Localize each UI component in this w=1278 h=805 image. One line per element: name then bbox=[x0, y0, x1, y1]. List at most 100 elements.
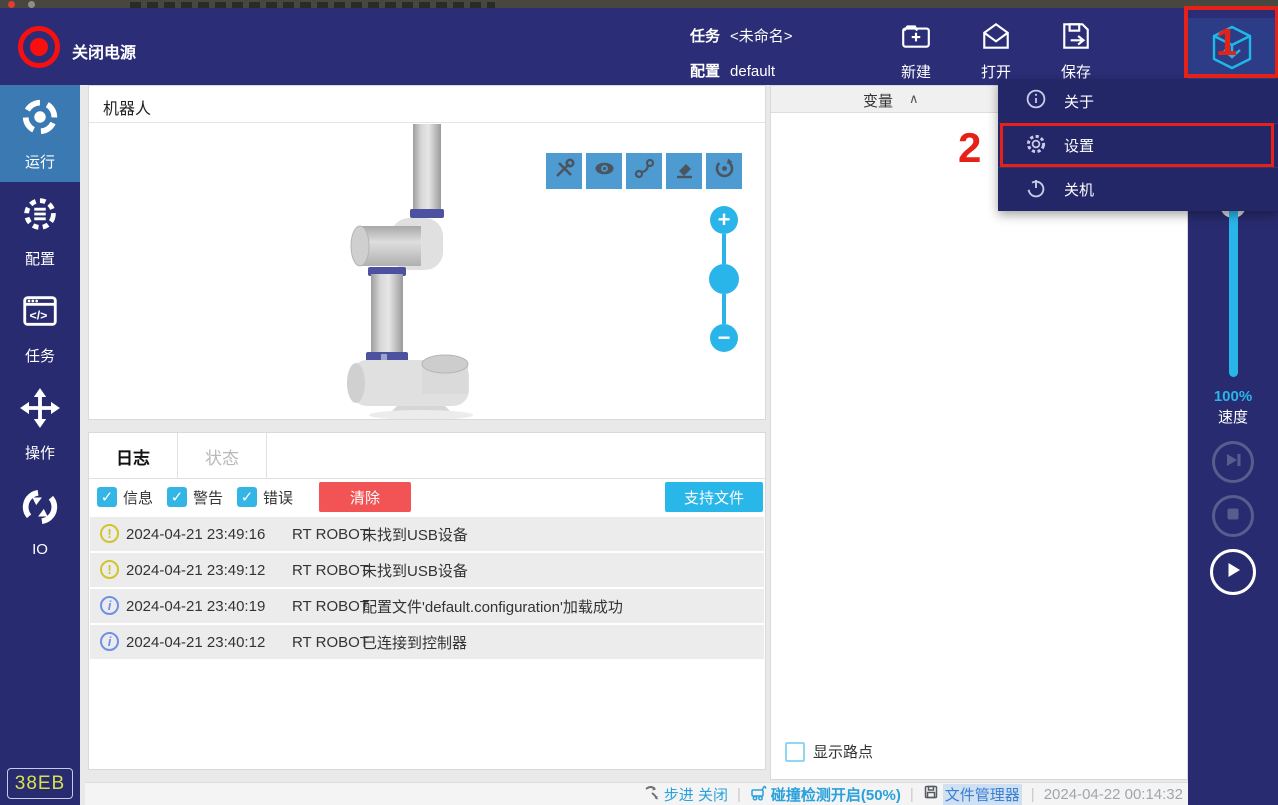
speed-slider-track[interactable] bbox=[1229, 207, 1238, 377]
divider: | bbox=[736, 785, 741, 803]
app-dropdown-menu: 关于 设置 关机 bbox=[998, 79, 1278, 211]
file-manager-icon bbox=[923, 784, 939, 804]
path-button[interactable] bbox=[626, 153, 662, 189]
warning-icon: ! bbox=[100, 560, 119, 579]
window-titlebar bbox=[0, 0, 1278, 8]
skip-to-end-button[interactable] bbox=[1212, 441, 1254, 483]
stop-button[interactable] bbox=[1212, 495, 1254, 537]
zoom-slider-track[interactable] bbox=[722, 234, 726, 264]
variables-title: 变量 bbox=[863, 93, 894, 110]
file-manager-button[interactable]: 文件管理器 bbox=[923, 783, 1022, 805]
app-menu-button[interactable] bbox=[1188, 18, 1276, 83]
open-task-button[interactable]: 打开 bbox=[961, 20, 1031, 82]
rotate-view-button[interactable] bbox=[706, 153, 742, 189]
menu-item-shutdown[interactable]: 关机 bbox=[998, 167, 1278, 211]
collision-detection-toggle[interactable]: 碰撞检测开启(50%) bbox=[750, 784, 901, 805]
sidebar-item-task[interactable]: </> 任务 bbox=[0, 279, 80, 376]
zoom-slider-track[interactable] bbox=[722, 294, 726, 324]
speed-label: 速度 bbox=[1217, 409, 1248, 426]
window-close-icon[interactable] bbox=[8, 1, 15, 8]
eye-icon bbox=[593, 157, 616, 185]
clear-log-button[interactable]: 清除 bbox=[319, 482, 412, 512]
tab-log[interactable]: 日志 bbox=[89, 433, 178, 479]
sidebar-item-config[interactable]: 配置 bbox=[0, 182, 80, 279]
power-button-label: 关闭电源 bbox=[72, 45, 137, 62]
task-label: 任务 bbox=[690, 28, 721, 45]
power-off-button[interactable] bbox=[18, 26, 60, 68]
config-gear-icon bbox=[19, 193, 61, 240]
power-icon bbox=[30, 38, 48, 56]
log-message: 配置文件'default.configuration'加载成功 bbox=[362, 598, 623, 616]
play-button[interactable] bbox=[1210, 549, 1256, 595]
new-task-button[interactable]: 新建 bbox=[881, 20, 951, 82]
collision-icon bbox=[750, 784, 767, 805]
svg-text:</>: </> bbox=[30, 308, 48, 322]
info-filter-checkbox[interactable] bbox=[97, 487, 117, 507]
divider bbox=[89, 122, 765, 123]
error-filter-checkbox[interactable] bbox=[237, 487, 258, 507]
divider: | bbox=[909, 785, 914, 803]
visibility-button[interactable] bbox=[586, 153, 622, 189]
warning-filter-label: 警告 bbox=[193, 489, 224, 507]
robot-panel: 机器人 + − bbox=[88, 85, 766, 420]
new-file-icon bbox=[900, 20, 932, 57]
skip-to-end-icon bbox=[1222, 449, 1244, 476]
open-file-icon bbox=[980, 20, 1012, 57]
log-row: i 2024-04-21 23:40:12 RT ROBOT 已连接到控制器 bbox=[90, 625, 764, 659]
log-panel: 日志 状态 信息 警告 错误 清除 支持文件 ! 2024-04-21 23:4… bbox=[88, 432, 766, 770]
sidebar-item-io[interactable]: IO bbox=[0, 473, 80, 570]
rotate-icon bbox=[713, 157, 736, 185]
play-icon bbox=[1222, 559, 1244, 586]
window-minimize-icon[interactable] bbox=[28, 1, 35, 8]
step-mode-label: 步进 关闭 bbox=[663, 786, 728, 804]
tab-status[interactable]: 状态 bbox=[178, 433, 267, 479]
support-files-button[interactable]: 支持文件 bbox=[665, 482, 763, 512]
step-mode-toggle[interactable]: 步进 关闭 bbox=[644, 784, 728, 805]
menu-settings-label: 设置 bbox=[1064, 138, 1095, 155]
save-task-button[interactable]: 保存 bbox=[1041, 20, 1111, 82]
sidebar-run-label: 运行 bbox=[24, 153, 55, 171]
log-message: 未找到USB设备 bbox=[362, 562, 468, 580]
step-icon bbox=[644, 784, 660, 804]
log-source: RT ROBOT bbox=[292, 561, 369, 579]
log-source: RT ROBOT bbox=[292, 633, 369, 651]
warning-filter-checkbox[interactable] bbox=[167, 487, 188, 507]
eraser-icon bbox=[673, 157, 696, 185]
save-icon bbox=[1060, 20, 1092, 57]
zoom-slider-handle[interactable] bbox=[709, 264, 739, 294]
zoom-in-button[interactable]: + bbox=[710, 206, 738, 234]
left-sidebar: 运行 配置 </> 任务 操作 IO 38EB bbox=[0, 85, 80, 805]
log-time: 2024-04-21 23:49:12 bbox=[126, 561, 266, 579]
new-task-label: 新建 bbox=[900, 64, 931, 81]
show-waypoints-row: 显示路点 bbox=[785, 741, 873, 762]
path-icon bbox=[633, 157, 656, 185]
show-waypoints-checkbox[interactable] bbox=[785, 741, 805, 762]
log-message: 已连接到控制器 bbox=[362, 634, 468, 652]
sidebar-item-operate[interactable]: 操作 bbox=[0, 376, 80, 473]
log-source: RT ROBOT bbox=[292, 597, 369, 615]
file-manager-label: 文件管理器 bbox=[942, 783, 1022, 805]
sidebar-config-label: 配置 bbox=[24, 250, 55, 268]
info-filter-label: 信息 bbox=[123, 489, 154, 507]
status-badge[interactable]: 38EB bbox=[7, 768, 73, 799]
divider: | bbox=[1030, 785, 1035, 803]
log-list: ! 2024-04-21 23:49:16 RT ROBOT 未找到USB设备 … bbox=[90, 517, 764, 661]
gear-icon bbox=[998, 134, 1064, 158]
eraser-button[interactable] bbox=[666, 153, 702, 189]
log-row: ! 2024-04-21 23:49:16 RT ROBOT 未找到USB设备 bbox=[90, 517, 764, 551]
menu-item-about[interactable]: 关于 bbox=[998, 79, 1278, 123]
menu-item-settings[interactable]: 设置 bbox=[998, 123, 1278, 167]
sidebar-operate-label: 操作 bbox=[24, 444, 55, 462]
menu-about-label: 关于 bbox=[1064, 93, 1095, 111]
sidebar-item-run[interactable]: 运行 bbox=[0, 85, 80, 182]
task-code-icon: </> bbox=[19, 290, 61, 337]
zoom-out-button[interactable]: − bbox=[710, 324, 738, 352]
log-row: i 2024-04-21 23:40:19 RT ROBOT 配置文件'defa… bbox=[90, 589, 764, 623]
log-time: 2024-04-21 23:40:19 bbox=[126, 597, 266, 615]
log-filter-row: 信息 警告 错误 清除 支持文件 bbox=[89, 479, 765, 515]
tools-button[interactable] bbox=[546, 153, 582, 189]
plus-icon: + bbox=[717, 207, 731, 232]
robot-3d-view[interactable] bbox=[329, 124, 559, 420]
log-tabs: 日志 状态 bbox=[89, 433, 765, 479]
stop-icon bbox=[1222, 503, 1244, 530]
